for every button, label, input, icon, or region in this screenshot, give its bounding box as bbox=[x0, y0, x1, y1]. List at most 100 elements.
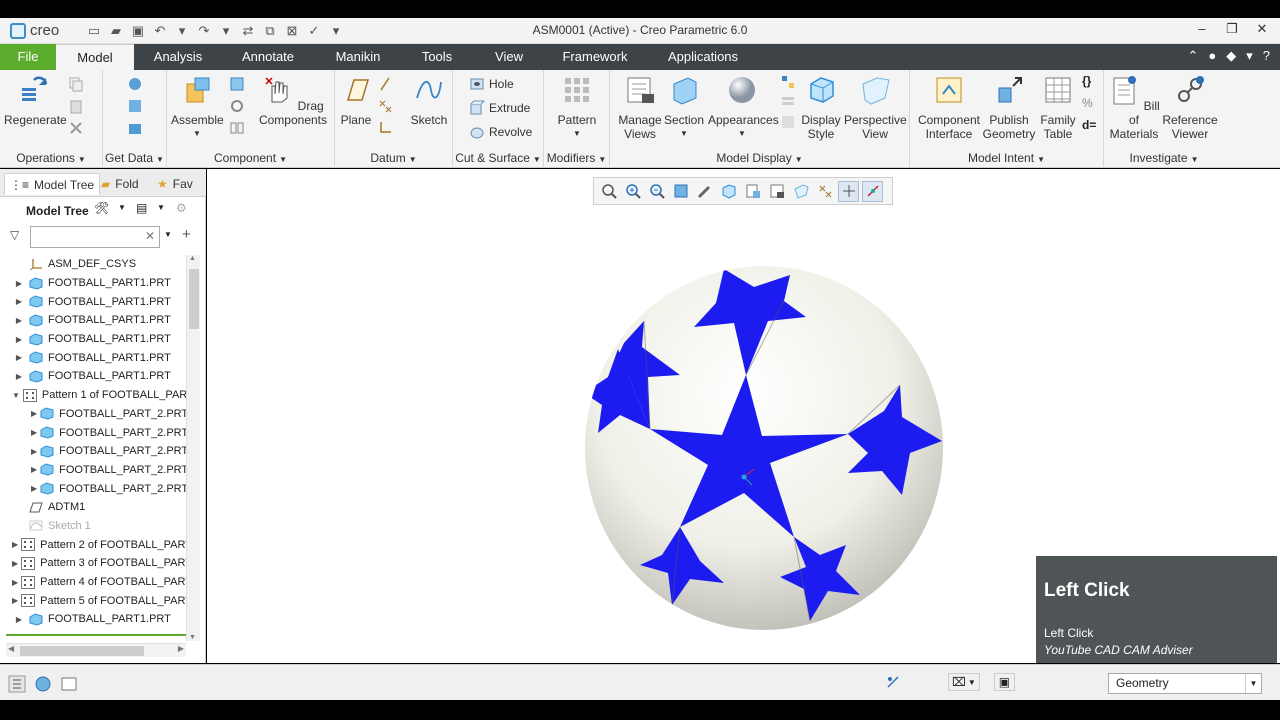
display-style-button[interactable]: Display Style bbox=[798, 74, 844, 141]
expand-arrow-icon[interactable]: ▶ bbox=[12, 335, 26, 344]
light-bulb-icon[interactable]: ● bbox=[1208, 48, 1216, 64]
expand-arrow-icon[interactable]: ▶ bbox=[12, 615, 26, 624]
sketch-button[interactable]: Sketch bbox=[409, 74, 449, 127]
repaint-icon[interactable] bbox=[670, 181, 691, 202]
tree-row[interactable]: ▶ FOOTBALL_PART_2.PRT bbox=[0, 423, 186, 442]
learning-connector-icon[interactable]: ◆ bbox=[1226, 48, 1236, 64]
datum-group-label[interactable]: Datum ▼ bbox=[335, 151, 452, 165]
save-icon[interactable]: ▣ bbox=[128, 22, 148, 40]
tree-row[interactable]: ▶ FOOTBALL_PART_2.PRT bbox=[0, 461, 186, 480]
merge-icon[interactable] bbox=[127, 120, 143, 136]
tab-annotate[interactable]: Annotate bbox=[230, 44, 306, 70]
tab-applications[interactable]: Applications bbox=[660, 44, 746, 70]
tree-row[interactable]: ASM_DEF_CSYS bbox=[0, 255, 186, 274]
tab-favorites[interactable]: ★ Fav bbox=[152, 173, 198, 195]
tab-analysis[interactable]: Analysis bbox=[140, 44, 216, 70]
search-dropdown-icon[interactable]: ▼ bbox=[164, 230, 172, 239]
open-folder-icon[interactable]: ▰ bbox=[106, 22, 126, 40]
full-screen-icon[interactable] bbox=[60, 675, 78, 693]
redo-icon[interactable]: ↷ bbox=[194, 22, 214, 40]
appearances-button[interactable]: Appearances ▼ bbox=[708, 74, 779, 141]
tree-row[interactable]: ▶ FOOTBALL_PART1.PRT bbox=[0, 610, 186, 629]
regenerate-small-icon[interactable]: ⇄ bbox=[238, 22, 258, 40]
close-icon[interactable]: ✕ bbox=[1254, 21, 1270, 37]
windows-icon[interactable]: ⧉ bbox=[260, 22, 280, 40]
layers-icon[interactable] bbox=[780, 94, 796, 110]
tab-model[interactable]: Model bbox=[56, 44, 134, 70]
repeat-icon[interactable] bbox=[229, 98, 245, 114]
scene-icon[interactable] bbox=[780, 114, 796, 130]
show-navigator-icon[interactable] bbox=[8, 675, 26, 693]
checkmark-icon[interactable]: ✓ bbox=[304, 22, 324, 40]
selection-filter-select[interactable]: Geometry ▼ bbox=[1108, 673, 1262, 694]
reference-viewer-button[interactable]: Reference Viewer bbox=[1160, 74, 1220, 141]
tree-row[interactable]: ▶ FOOTBALL_PART1.PRT bbox=[0, 292, 186, 311]
operations-group-label[interactable]: Operations ▼ bbox=[0, 151, 102, 165]
pattern-button[interactable]: Pattern ▼ bbox=[552, 74, 602, 141]
investigate-group-label[interactable]: Investigate ▼ bbox=[1104, 151, 1224, 165]
tree-row[interactable]: ▶ FOOTBALL_PART1.PRT bbox=[0, 330, 186, 349]
view-manager-icon[interactable] bbox=[766, 181, 787, 202]
bill-of-materials-button[interactable]: Bill of Materials bbox=[1108, 74, 1160, 141]
tree-row[interactable]: ▶ Pattern 3 of FOOTBALL_PART bbox=[0, 554, 186, 573]
tree-row[interactable]: ▶ FOOTBALL_PART_2.PRT bbox=[0, 442, 186, 461]
filter-dropdown-icon[interactable]: ▼ bbox=[1245, 674, 1261, 693]
tree-row[interactable]: ▶ FOOTBALL_PART1.PRT bbox=[0, 311, 186, 330]
family-table-button[interactable]: Family Table bbox=[1038, 74, 1078, 141]
perspective-icon[interactable] bbox=[790, 181, 811, 202]
tree-settings-dropdown-icon[interactable]: ▼ bbox=[118, 203, 126, 212]
tree-row[interactable]: ▶ FOOTBALL_PART_2.PRT bbox=[0, 479, 186, 498]
expand-arrow-icon[interactable]: ▶ bbox=[12, 279, 26, 288]
scroll-up-icon[interactable]: ▲ bbox=[189, 255, 196, 262]
tree-vertical-scrollbar[interactable]: ▲ ▼ bbox=[186, 255, 200, 641]
section-button[interactable]: Section ▼ bbox=[664, 74, 704, 141]
hscroll-thumb[interactable] bbox=[20, 646, 144, 656]
tab-manikin[interactable]: Manikin bbox=[322, 44, 394, 70]
datum-point-icon[interactable] bbox=[377, 98, 393, 114]
selection-mode-icon[interactable] bbox=[884, 673, 902, 691]
cut-surface-group-label[interactable]: Cut & Surface ▼ bbox=[453, 151, 543, 165]
dropdown-icon[interactable]: ▾ bbox=[1246, 48, 1253, 64]
find-button[interactable]: ⌧ ▼ bbox=[948, 673, 980, 691]
scroll-down-icon[interactable]: ▼ bbox=[189, 634, 196, 641]
modifiers-group-label[interactable]: Modifiers ▼ bbox=[544, 151, 609, 165]
tab-tools[interactable]: Tools bbox=[410, 44, 464, 70]
display-style-icon[interactable] bbox=[718, 181, 739, 202]
tab-model-tree[interactable]: ⋮≡ Model Tree bbox=[4, 173, 101, 195]
undo-dropdown-icon[interactable]: ▾ bbox=[172, 22, 192, 40]
redo-dropdown-icon[interactable]: ▾ bbox=[216, 22, 236, 40]
show-dropdown-icon[interactable]: ▼ bbox=[157, 203, 165, 212]
coordinate-system-icon[interactable] bbox=[377, 120, 393, 136]
collapse-ribbon-icon[interactable]: ⌃ bbox=[1187, 48, 1198, 64]
help-icon[interactable]: ? bbox=[1263, 48, 1270, 64]
model-display-group-label[interactable]: Model Display ▼ bbox=[610, 151, 909, 165]
tree-row[interactable]: Sketch 1 bbox=[0, 517, 186, 536]
tree-horizontal-scrollbar[interactable]: ◀ ▶ bbox=[6, 643, 186, 657]
minimize-icon[interactable]: – bbox=[1194, 21, 1210, 37]
zoom-in-icon[interactable] bbox=[622, 181, 643, 202]
mirror-component-icon[interactable] bbox=[229, 120, 245, 136]
manage-views-button[interactable]: Manage Views bbox=[614, 74, 666, 141]
expand-arrow-icon[interactable]: ▶ bbox=[12, 353, 26, 362]
refit-icon[interactable] bbox=[598, 181, 619, 202]
extrude-button[interactable]: Extrude bbox=[469, 98, 530, 118]
tab-framework[interactable]: Framework bbox=[554, 44, 636, 70]
dynamic-view-icon[interactable] bbox=[694, 181, 715, 202]
zoom-out-icon[interactable] bbox=[646, 181, 667, 202]
tree-row[interactable]: ▼ Pattern 1 of FOOTBALL_PART bbox=[0, 386, 186, 405]
delete-icon[interactable] bbox=[68, 120, 84, 136]
parameters-icon[interactable]: % bbox=[1082, 96, 1098, 112]
close-window-icon[interactable]: ⊠ bbox=[282, 22, 302, 40]
show-browser-icon[interactable] bbox=[34, 675, 52, 693]
tree-row[interactable]: ▶ Pattern 4 of FOOTBALL_PART bbox=[0, 573, 186, 592]
plane-button[interactable]: Plane bbox=[339, 74, 373, 127]
tree-row[interactable]: ▶ FOOTBALL_PART1.PRT bbox=[0, 348, 186, 367]
copy-geometry-icon[interactable] bbox=[127, 98, 143, 114]
datum-axis-icon[interactable] bbox=[377, 76, 393, 92]
tree-search-input[interactable]: ✕ bbox=[30, 226, 160, 248]
copy-icon[interactable] bbox=[68, 76, 84, 92]
publish-geometry-button[interactable]: Publish Geometry bbox=[982, 74, 1036, 141]
paste-icon[interactable] bbox=[68, 98, 84, 114]
relations-braces-icon[interactable]: {} bbox=[1082, 74, 1098, 90]
hole-button[interactable]: Hole bbox=[469, 74, 514, 94]
